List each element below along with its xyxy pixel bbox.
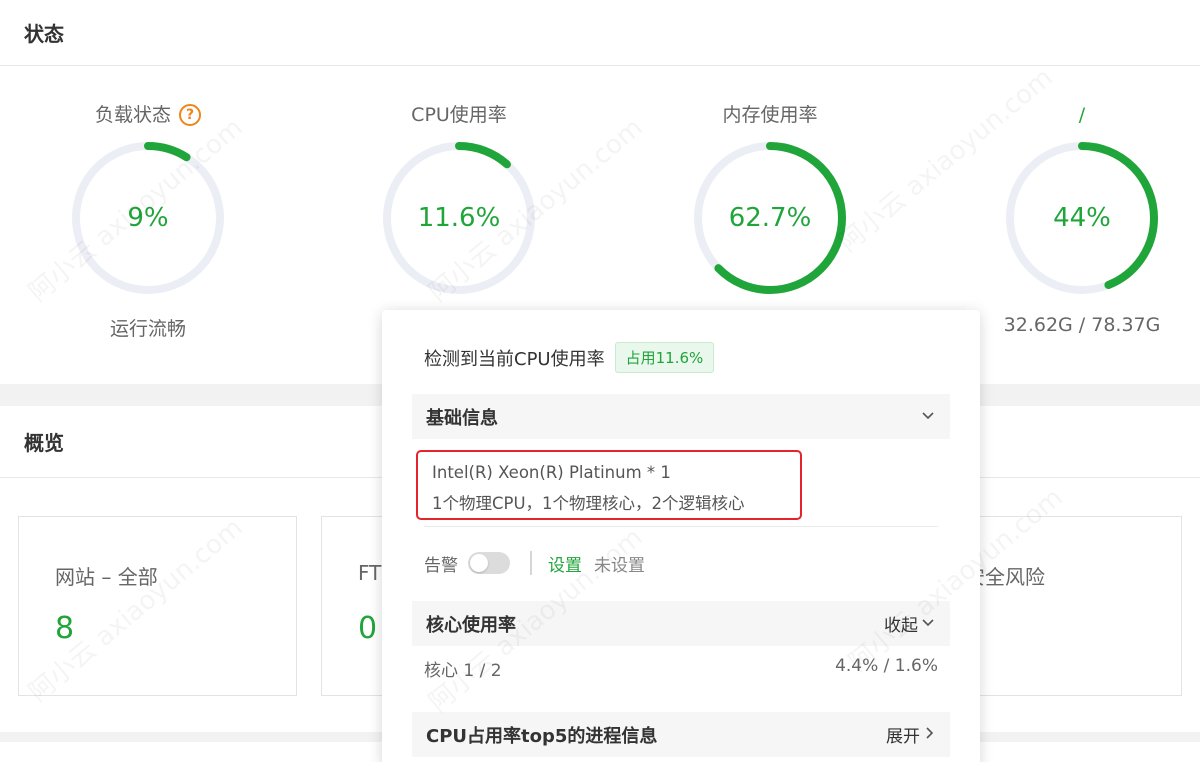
core-label: 核心 1 / 2	[424, 661, 502, 681]
cpu-info-popover: 检测到当前CPU使用率 占用11.6% 基础信息 Intel(R) Xeon(R…	[382, 310, 980, 762]
load-gauge[interactable]: 负载状态 ? 9% 运行流畅	[18, 100, 278, 341]
usage-badge: 占用11.6%	[614, 342, 715, 373]
card-value[interactable]: 8	[55, 611, 74, 646]
disk-gauge-title: /	[1078, 104, 1086, 126]
collapse-button[interactable]: 收起	[884, 611, 936, 636]
alarm-toggle[interactable]	[468, 552, 510, 574]
chevron-down-icon[interactable]	[920, 407, 936, 427]
memory-value: 62.7%	[728, 203, 812, 233]
memory-gauge[interactable]: 内存使用率 62.7%	[640, 100, 900, 298]
disk-ring: 44%	[1002, 138, 1162, 298]
alarm-label: 告警	[424, 555, 458, 576]
alarm-status: 未设置	[594, 555, 645, 576]
disk-value: 44%	[1053, 203, 1111, 233]
help-icon[interactable]: ?	[179, 104, 201, 126]
expand-label: 展开	[886, 727, 920, 747]
status-title: 状态	[0, 0, 1200, 66]
chevron-down-icon	[920, 614, 936, 634]
disk-gauge[interactable]: / 44% 32.62G / 78.37G	[952, 100, 1200, 336]
separator	[530, 551, 532, 575]
memory-gauge-title: 内存使用率	[722, 104, 818, 126]
load-subtitle: 运行流畅	[109, 318, 186, 340]
cpu-model: Intel(R) Xeon(R) Platinum * 1	[432, 463, 671, 482]
load-value: 9%	[127, 203, 169, 233]
disk-subtitle: 32.62G / 78.37G	[1003, 314, 1161, 336]
load-ring: 9%	[68, 138, 228, 298]
core-usage-title: 核心使用率	[426, 614, 516, 636]
cpu-value: 11.6%	[417, 203, 501, 233]
core-value: 4.4% / 1.6%	[835, 656, 938, 676]
cpu-ring: 11.6%	[379, 138, 539, 298]
expand-button[interactable]: 展开	[886, 722, 936, 747]
cpu-gauge[interactable]: CPU使用率 11.6%	[329, 100, 589, 298]
chevron-right-icon	[922, 725, 936, 745]
card-label: FT	[358, 561, 382, 585]
alarm-row: 告警 设置 未设置	[424, 550, 645, 576]
alarm-settings-link[interactable]: 设置	[548, 551, 582, 576]
memory-ring: 62.7%	[690, 138, 850, 298]
cpu-info-highlight: Intel(R) Xeon(R) Platinum * 1 1个物理CPU，1个…	[416, 450, 802, 520]
card-label: 网站 – 全部	[55, 565, 158, 589]
toggle-knob	[470, 554, 488, 572]
core-usage-row: 核心 1 / 2 4.4% / 1.6%	[424, 656, 938, 681]
basic-info-title: 基础信息	[426, 407, 498, 429]
cpu-gauge-title: CPU使用率	[411, 104, 507, 126]
divider	[424, 526, 938, 527]
overview-card-websites[interactable]: 网站 – 全部 8	[18, 516, 297, 696]
core-usage-section[interactable]: 核心使用率 收起	[412, 601, 950, 646]
load-gauge-title: 负载状态	[94, 104, 171, 126]
basic-info-section[interactable]: 基础信息	[412, 394, 950, 439]
popover-title: 检测到当前CPU使用率	[424, 348, 605, 370]
top5-process-section[interactable]: CPU占用率top5的进程信息 展开	[412, 712, 950, 757]
collapse-label: 收起	[884, 616, 918, 636]
cpu-cores: 1个物理CPU，1个物理核心，2个逻辑核心	[432, 494, 745, 513]
top5-title: CPU占用率top5的进程信息	[426, 725, 658, 747]
card-value[interactable]: 0	[358, 611, 377, 646]
